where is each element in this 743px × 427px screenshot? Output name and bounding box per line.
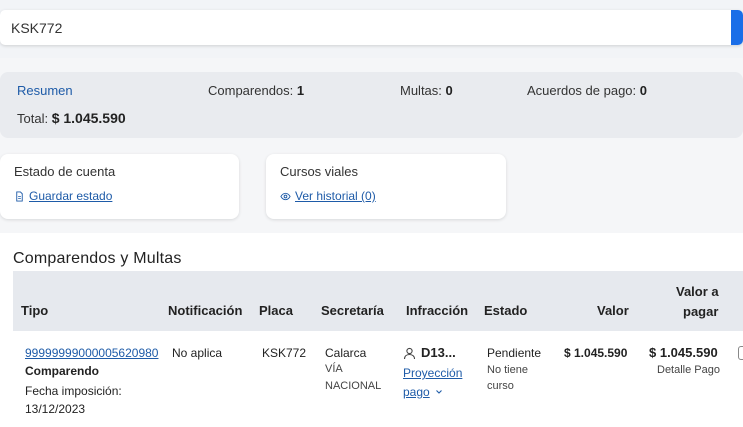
proyeccion-pago-link[interactable]: Proyección [403, 365, 462, 382]
row-valor-pagar: $ 1.045.590 [649, 345, 718, 360]
row-secretaria-sub-1: VÍA [325, 363, 343, 375]
fecha-label: Fecha imposición: [25, 384, 122, 398]
multas-count: Multas: 0 [400, 83, 453, 98]
col-secretaria: Secretaría [321, 303, 384, 318]
summary-title: Resumen [17, 83, 73, 98]
row-secretaria-sub-2: NACIONAL [325, 380, 382, 392]
table-header: Tipo Notificación Placa Secretaría Infra… [13, 271, 743, 331]
search-bar [0, 10, 743, 45]
cursos-viales-card: Cursos viales Ver historial (0) [266, 154, 506, 219]
row-tipo: Comparendo [25, 364, 100, 378]
proyeccion-pago-link-2[interactable]: pago [403, 384, 443, 401]
detalle-pago-label: Detalle Pago [657, 364, 720, 376]
guardar-estado-link[interactable]: Guardar estado [14, 189, 112, 203]
search-input[interactable] [0, 10, 730, 45]
summary-panel: Resumen Comparendos: 1 Multas: 0 Acuerdo… [0, 72, 743, 138]
comparendo-number-link[interactable]: 99999999000005620980 [25, 345, 158, 362]
col-valor-pagar-2: pagar [683, 304, 719, 319]
col-infraccion: Infracción [406, 303, 469, 318]
row-curso-1: No tiene [487, 364, 528, 376]
cursos-viales-title: Cursos viales [280, 164, 359, 179]
eye-icon [280, 192, 291, 200]
row-infraccion[interactable]: D13... [403, 344, 456, 362]
row-secretaria: Calarca [325, 346, 367, 360]
acuerdos-count: Acuerdos de pago: 0 [527, 83, 647, 98]
row-curso-2: curso [487, 380, 514, 392]
ver-historial-link[interactable]: Ver historial (0) [280, 189, 376, 203]
row-checkbox[interactable] [738, 346, 743, 360]
user-icon [403, 347, 416, 359]
section-title: Comparendos y Multas [13, 250, 182, 267]
estado-cuenta-title: Estado de cuenta [14, 164, 116, 179]
fecha-value: 13/12/2023 [25, 402, 86, 416]
estado-cuenta-card: Estado de cuenta Guardar estado [0, 154, 239, 219]
chevron-down-icon [435, 390, 442, 395]
col-valor-pagar: Valor a [676, 284, 719, 299]
col-valor: Valor [597, 303, 629, 318]
row-placa: KSK772 [262, 346, 307, 360]
document-icon [16, 190, 23, 202]
truncated-header-text: · · · · · · · · · · · · · · · · · · · · [16, 0, 171, 6]
search-button[interactable] [731, 10, 743, 45]
col-placa: Placa [259, 303, 293, 318]
row-estado: Pendiente [487, 346, 542, 360]
comparendos-count: Comparendos: 1 [208, 83, 305, 98]
row-valor: $ 1.045.590 [564, 346, 628, 360]
col-tipo: Tipo [21, 303, 49, 318]
col-notificacion: Notificación [168, 303, 243, 318]
total-amount: Total: $ 1.045.590 [17, 110, 126, 126]
row-notificacion: No aplica [172, 346, 223, 360]
col-estado: Estado [484, 303, 528, 318]
